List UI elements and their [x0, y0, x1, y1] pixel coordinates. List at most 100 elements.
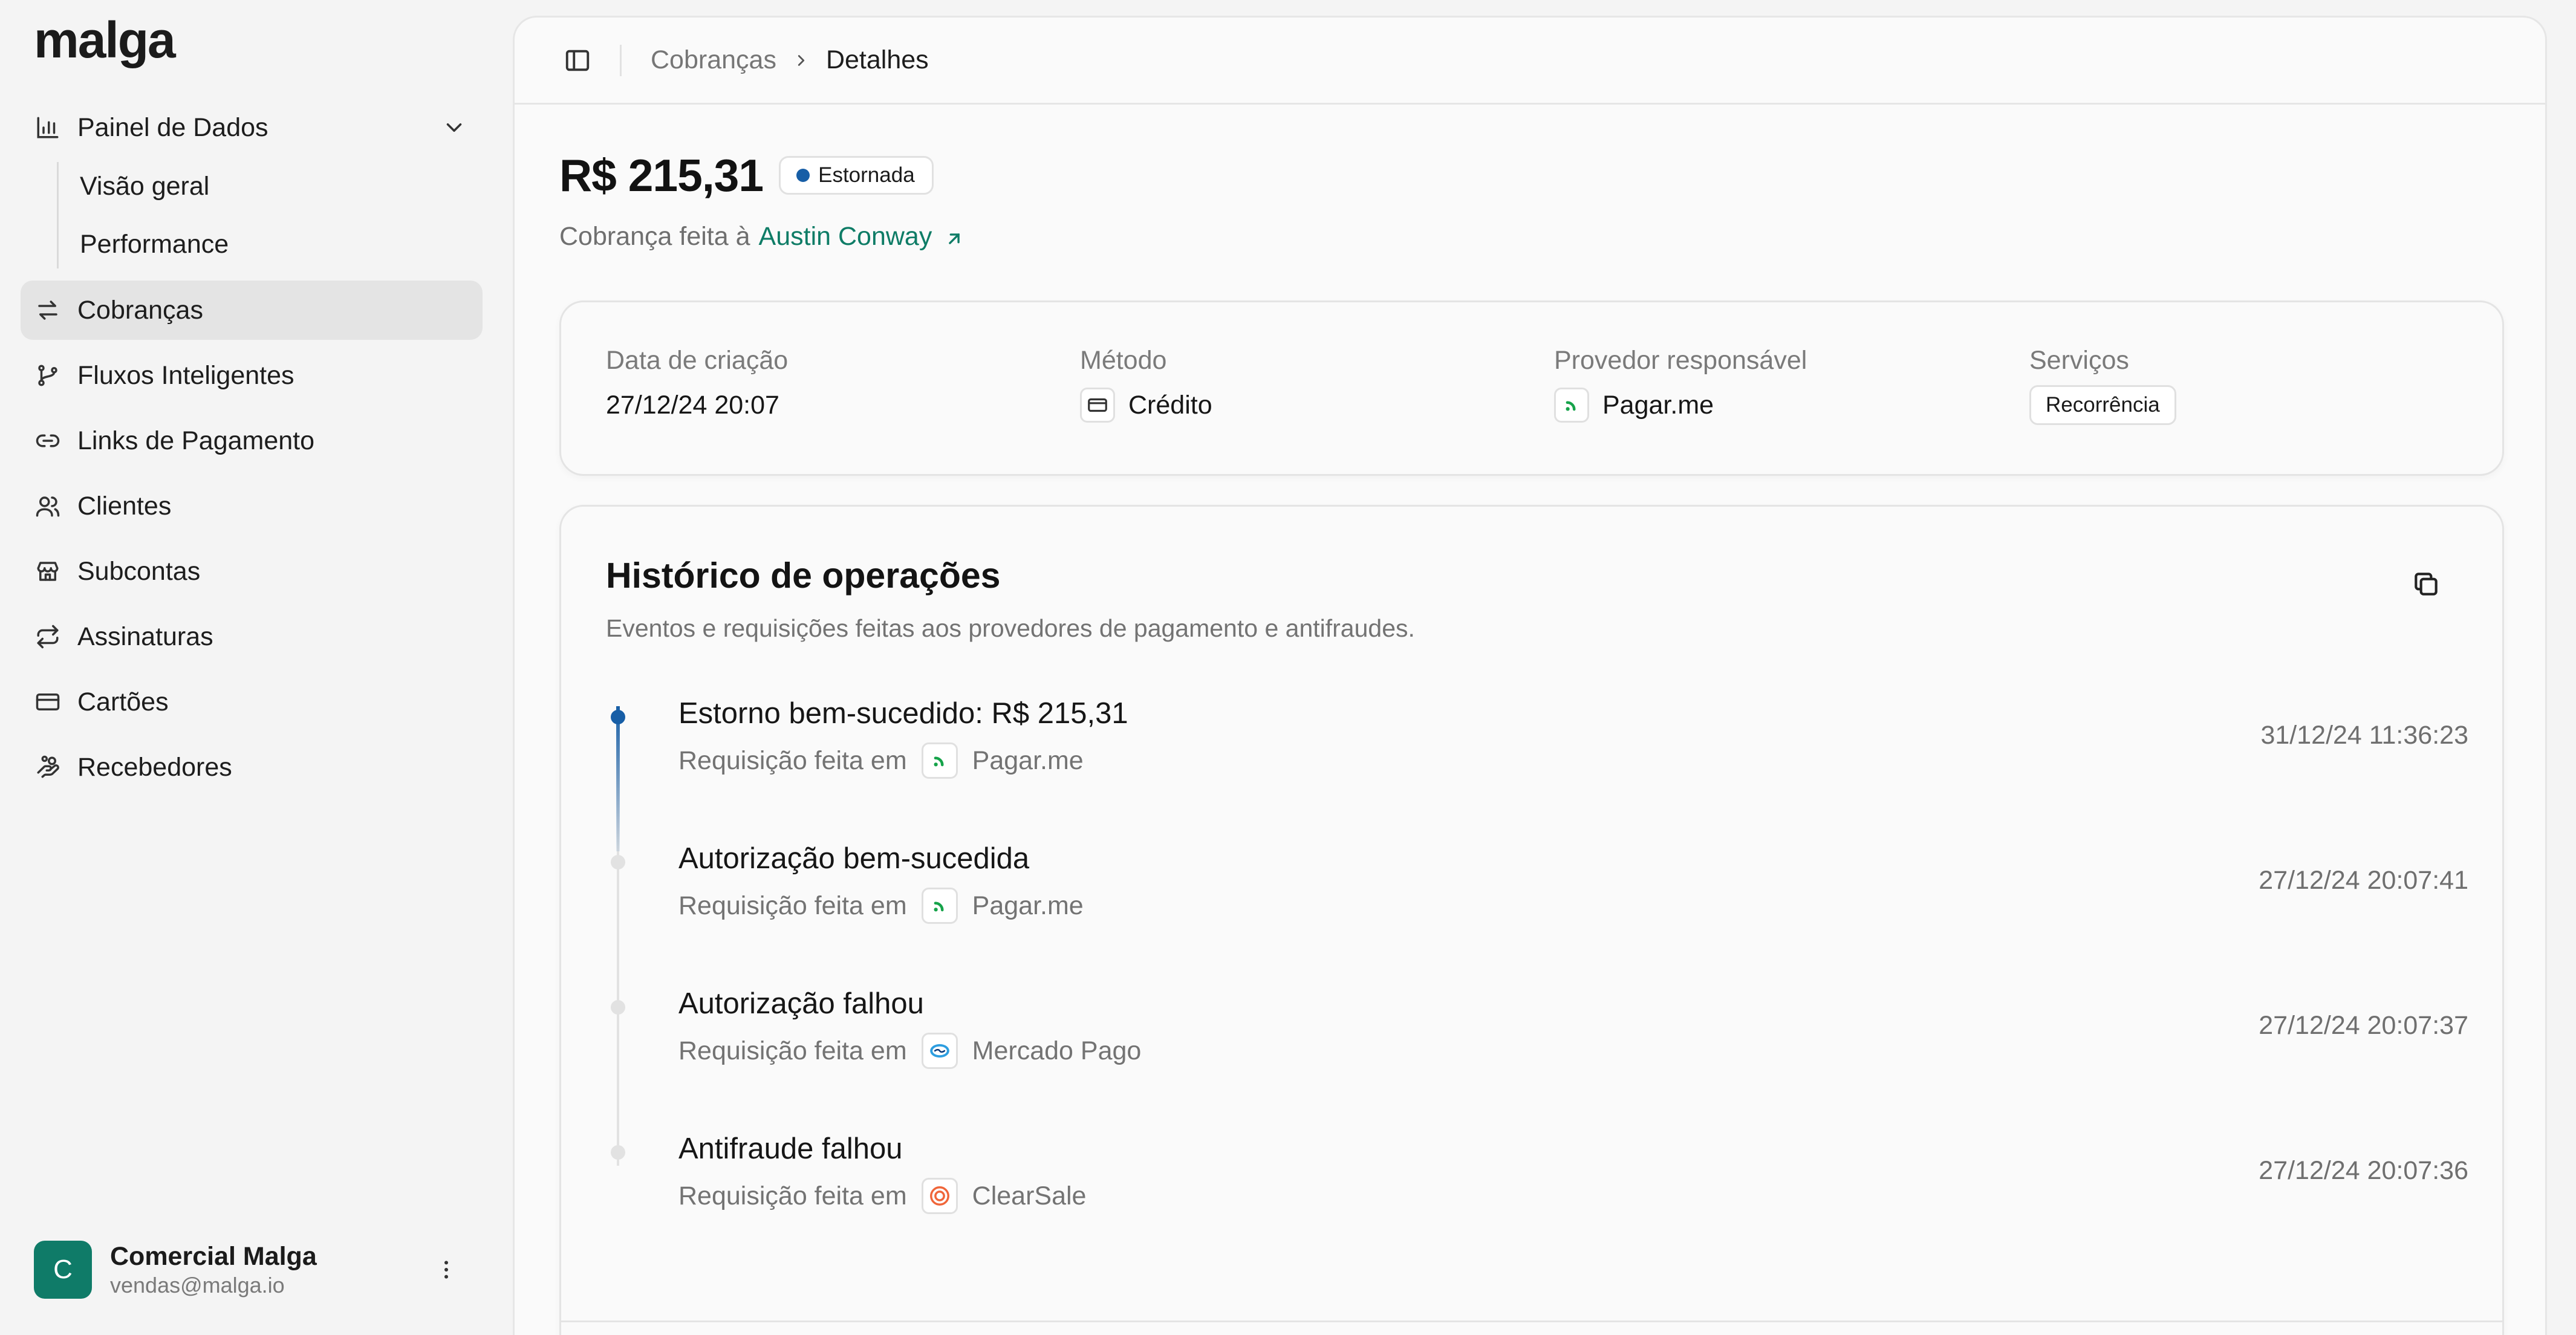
charge-details-card: Data de criação 27/12/24 20:07 Método Cr… — [559, 300, 2504, 476]
charge-subtitle-prefix: Cobrança feita à — [559, 222, 750, 251]
event-request: Requisição feita em Mercado Pago — [678, 1033, 1141, 1069]
timeline-dot — [611, 1000, 625, 1015]
users-icon — [34, 492, 62, 520]
sidebar-item-label: Painel de Dados — [77, 112, 268, 142]
sidebar-item-recebedores[interactable]: Recebedores — [21, 738, 483, 797]
customer-link[interactable]: Austin Conway — [759, 222, 966, 252]
sidebar-item-label: Cartões — [77, 687, 169, 716]
operations-history-card: Histórico de operações Eventos e requisi… — [559, 505, 2504, 1335]
breadcrumb-detalhes: Detalhes — [825, 45, 929, 74]
user-email: vendas@malga.io — [110, 1273, 285, 1298]
status-badge: Estornada — [779, 156, 934, 195]
divider — [620, 44, 622, 76]
event-provider: Mercado Pago — [972, 1036, 1142, 1065]
event-title: Autorização bem-sucedida — [678, 842, 1030, 875]
charge-amount: R$ 215,31 — [559, 150, 764, 201]
sidebar-item-label: Clientes — [77, 491, 172, 521]
arrows-exchange-icon — [34, 296, 62, 324]
pagarme-logo-icon — [921, 888, 958, 924]
timeline-dot — [611, 855, 625, 869]
event-request-prefix: Requisição feita em — [678, 1181, 907, 1210]
pagarme-logo-icon — [1554, 388, 1589, 423]
mercadopago-logo-icon — [921, 1033, 958, 1069]
detail-value: Crédito — [1128, 390, 1212, 420]
event-provider: ClearSale — [972, 1181, 1087, 1210]
sidebar-item-cobrancas[interactable]: Cobranças — [21, 281, 483, 340]
event-title: Antifraude falhou — [678, 1132, 903, 1165]
event-request: Requisição feita em ClearSale — [678, 1178, 1086, 1214]
credit-card-icon — [34, 688, 62, 716]
event-time: 27/12/24 20:07:37 — [2259, 1011, 2468, 1040]
customer-name: Austin Conway — [758, 222, 932, 251]
event-time: 27/12/24 20:07:41 — [2259, 866, 2468, 895]
branch-icon — [34, 362, 62, 389]
history-description: Eventos e requisições feitas aos provedo… — [606, 614, 1415, 642]
detail-value: 27/12/24 20:07 — [606, 390, 779, 420]
sidebar-item-painel-de-dados[interactable]: Painel de Dados — [21, 98, 483, 157]
history-title: Histórico de operações — [606, 556, 1001, 596]
event-time: 31/12/24 11:36:23 — [2260, 721, 2468, 750]
detail-method: Método Crédito — [1080, 345, 1212, 424]
sidebar-toggle-icon[interactable] — [561, 44, 594, 77]
chevron-down-icon[interactable] — [441, 115, 467, 140]
event-time: 27/12/24 20:07:36 — [2259, 1156, 2468, 1185]
detail-value: Pagar.me — [1602, 390, 1714, 420]
sidebar-item-cartoes[interactable]: Cartões — [21, 672, 483, 732]
user-name: Comercial Malga — [110, 1242, 317, 1271]
sidebar-item-label: Links de Pagamento — [77, 426, 315, 455]
detail-services: Serviços Recorrência — [2029, 345, 2176, 425]
sidebar-item-label: Fluxos Inteligentes — [77, 360, 294, 390]
more-vertical-icon[interactable] — [432, 1255, 461, 1284]
timeline-event: Estorno bem-sucedido: R$ 215,31 Requisiç… — [606, 697, 2468, 815]
timeline-event: Autorização falhou Requisição feita em M… — [606, 987, 2468, 1105]
event-request-prefix: Requisição feita em — [678, 745, 907, 775]
event-request-prefix: Requisição feita em — [678, 1036, 907, 1065]
detail-label: Método — [1080, 346, 1167, 375]
sidebar-item-links-de-pagamento[interactable]: Links de Pagamento — [21, 411, 483, 470]
bar-chart-icon — [34, 114, 62, 141]
credit-card-icon — [1080, 388, 1115, 423]
breadcrumb-cobrancas[interactable]: Cobranças — [651, 45, 776, 75]
external-link-icon — [944, 226, 966, 248]
pagarme-logo-icon — [921, 742, 958, 779]
detail-label: Serviços — [2029, 346, 2129, 375]
sidebar-item-label: Recebedores — [77, 752, 232, 782]
repeat-icon — [34, 623, 62, 651]
event-provider: Pagar.me — [972, 745, 1084, 775]
sidebar-item-performance[interactable]: Performance — [21, 215, 483, 273]
clearsale-logo-icon — [921, 1178, 958, 1214]
event-title: Autorização falhou — [678, 987, 924, 1020]
sidebar-item-clientes[interactable]: Clientes — [21, 476, 483, 536]
status-label: Estornada — [818, 163, 915, 187]
sidebar-item-label: Cobranças — [77, 295, 203, 325]
detail-provider: Provedor responsável Pagar.me — [1554, 345, 1807, 424]
breadcrumb: Cobranças Detalhes — [651, 45, 929, 75]
sidebar-item-fluxos-inteligentes[interactable]: Fluxos Inteligentes — [21, 346, 483, 405]
detail-created: Data de criação 27/12/24 20:07 — [606, 345, 788, 424]
sidebar-nav: Painel de Dados Visão geral Performance … — [21, 98, 483, 797]
service-badge: Recorrência — [2029, 385, 2176, 425]
chevron-right-icon — [792, 51, 810, 70]
event-title: Estorno bem-sucedido: R$ 215,31 — [678, 697, 1128, 730]
sidebar-item-visao-geral[interactable]: Visão geral — [21, 157, 483, 215]
detail-label: Provedor responsável — [1554, 346, 1807, 375]
main-panel: Cobranças Detalhes R$ 215,31 Estornada C… — [513, 16, 2547, 1335]
charge-subtitle: Cobrança feita à Austin Conway — [559, 222, 966, 252]
timeline-event: Antifraude falhou Requisição feita em Cl… — [606, 1132, 2468, 1250]
sidebar: malga Painel de Dados Visão geral Perfor… — [0, 0, 502, 1335]
user-account[interactable]: C Comercial Malga vendas@malga.io — [34, 1239, 481, 1300]
sidebar-item-subcontas[interactable]: Subcontas — [21, 542, 483, 601]
store-icon — [34, 557, 62, 585]
event-request-prefix: Requisição feita em — [678, 891, 907, 920]
copy-icon[interactable] — [2408, 566, 2444, 602]
timeline-event: Autorização bem-sucedida Requisição feit… — [606, 842, 2468, 960]
detail-label: Data de criação — [606, 346, 789, 375]
timeline-dot — [611, 710, 625, 724]
sidebar-item-label: Subcontas — [77, 556, 201, 586]
sidebar-item-assinaturas[interactable]: Assinaturas — [21, 607, 483, 666]
event-request: Requisição feita em Pagar.me — [678, 742, 1084, 779]
malga-logo[interactable]: malga — [34, 11, 176, 70]
status-dot — [796, 169, 810, 182]
link-icon — [34, 427, 62, 455]
avatar: C — [34, 1241, 92, 1299]
